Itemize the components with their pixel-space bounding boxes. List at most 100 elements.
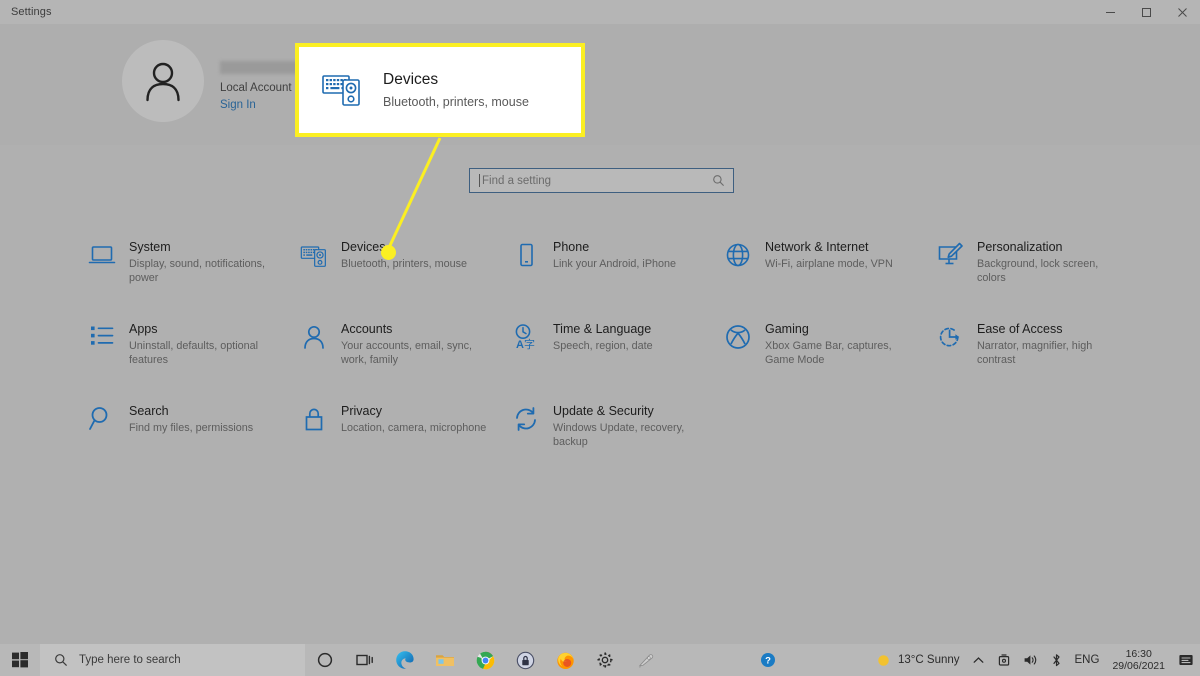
search-icon[interactable] xyxy=(712,174,725,187)
callout-text: Devices Bluetooth, printers, mouse xyxy=(383,70,529,111)
window-title: Settings xyxy=(11,6,52,18)
clock-time: 16:30 xyxy=(1125,648,1152,660)
tile-subtitle: Location, camera, microphone xyxy=(341,422,487,434)
avatar[interactable] xyxy=(122,40,204,122)
sign-in-link[interactable]: Sign In xyxy=(220,97,300,113)
settings-tile-grid: System Display, sound, notifications, po… xyxy=(85,238,1145,484)
tile-text: Network & Internet Wi-Fi, airplane mode,… xyxy=(765,238,893,320)
person-icon xyxy=(297,320,331,354)
start-button[interactable] xyxy=(0,644,40,676)
lock-app-icon[interactable] xyxy=(505,644,545,676)
account-block[interactable]: Local Account Sign In xyxy=(122,40,300,122)
tile-subtitle: Speech, region, date xyxy=(553,340,653,352)
tile-text: Time & Language Speech, region, date xyxy=(553,320,653,402)
devices-callout[interactable]: Devices Bluetooth, printers, mouse xyxy=(295,43,585,137)
svg-text:?: ? xyxy=(765,656,771,667)
refresh-icon xyxy=(509,402,543,436)
tile-text: Apps Uninstall, defaults, optional featu… xyxy=(129,320,279,402)
cortana-icon[interactable] xyxy=(305,644,345,676)
account-type-label: Local Account xyxy=(220,82,292,94)
tile-text: Phone Link your Android, iPhone xyxy=(553,238,676,320)
search-placeholder: Find a setting xyxy=(482,174,552,187)
list-icon xyxy=(85,320,119,354)
language-text: ENG xyxy=(1074,654,1100,666)
svg-text:字: 字 xyxy=(524,337,535,351)
tile-system[interactable]: System Display, sound, notifications, po… xyxy=(85,238,297,320)
tile-text: System Display, sound, notifications, po… xyxy=(129,238,279,320)
tile-title: Search xyxy=(129,404,169,418)
language-indicator[interactable]: ENG xyxy=(1069,644,1106,676)
tile-title: Devices xyxy=(341,240,386,254)
tile-subtitle: Bluetooth, printers, mouse xyxy=(341,258,468,270)
firefox-icon[interactable] xyxy=(545,644,585,676)
tile-text: Devices Bluetooth, printers, mouse xyxy=(341,238,467,320)
close-button[interactable] xyxy=(1164,0,1200,24)
title-bar: Settings xyxy=(0,0,1200,24)
taskbar-search-input[interactable]: Type here to search xyxy=(40,644,305,676)
person-icon xyxy=(146,62,180,102)
clock[interactable]: 16:30 29/06/2021 xyxy=(1105,648,1172,672)
tile-network-internet[interactable]: Network & Internet Wi-Fi, airplane mode,… xyxy=(721,238,933,320)
tile-search[interactable]: Search Find my files, permissions xyxy=(85,402,297,484)
system-tray: ? 13°C Sunny ENG 16:30 29/06/2021 xyxy=(754,644,1200,676)
tile-title: Network & Internet xyxy=(765,240,869,254)
tile-title: Personalization xyxy=(977,240,1063,254)
search-input[interactable]: Find a setting xyxy=(469,168,734,193)
tile-text: Search Find my files, permissions xyxy=(129,402,253,484)
tile-title: Accounts xyxy=(341,322,393,336)
callout-subtitle: Bluetooth, printers, mouse xyxy=(383,94,529,109)
callout-title: Devices xyxy=(383,70,439,88)
notification-icon[interactable] xyxy=(1172,644,1200,676)
clock-arrow-icon xyxy=(933,320,967,354)
taskbar-search-placeholder: Type here to search xyxy=(79,654,181,666)
tile-title: Time & Language xyxy=(553,322,652,336)
maximize-button[interactable] xyxy=(1128,0,1164,24)
tile-subtitle: Find my files, permissions xyxy=(129,422,254,434)
window-controls xyxy=(1092,0,1200,24)
file-explorer-icon[interactable] xyxy=(425,644,465,676)
xbox-icon xyxy=(721,320,755,354)
tile-phone[interactable]: Phone Link your Android, iPhone xyxy=(509,238,721,320)
chrome-icon[interactable] xyxy=(465,644,505,676)
weather-widget[interactable]: 13°C Sunny xyxy=(870,644,966,676)
edge-icon[interactable] xyxy=(385,644,425,676)
text-caret xyxy=(479,174,480,187)
laptop-icon xyxy=(85,238,119,272)
chevron-up-icon[interactable] xyxy=(966,644,991,676)
magnifier-icon xyxy=(85,402,119,436)
tile-subtitle: Link your Android, iPhone xyxy=(553,258,677,270)
minimize-button[interactable] xyxy=(1092,0,1128,24)
tile-time-language[interactable]: A 字 Time & Language Speech, region, date xyxy=(509,320,721,402)
tile-title: Gaming xyxy=(765,322,809,336)
close-icon xyxy=(1177,7,1187,17)
tile-privacy[interactable]: Privacy Location, camera, microphone xyxy=(297,402,509,484)
tile-text: Ease of Access Narrator, magnifier, high… xyxy=(977,320,1127,402)
tile-devices[interactable]: Devices Bluetooth, printers, mouse xyxy=(297,238,509,320)
tile-title: System xyxy=(129,240,171,254)
devices-icon xyxy=(297,238,331,272)
bluetooth-icon[interactable] xyxy=(1044,644,1069,676)
settings-header: Local Account Sign In xyxy=(0,24,1200,145)
devices-icon xyxy=(321,67,363,114)
tile-accounts[interactable]: Accounts Your accounts, email, sync, wor… xyxy=(297,320,509,402)
tile-personalization[interactable]: Personalization Background, lock screen,… xyxy=(933,238,1145,320)
weather-text: 13°C Sunny xyxy=(898,654,960,666)
tile-update-security[interactable]: Update & Security Windows Update, recove… xyxy=(509,402,721,484)
speaker-icon[interactable] xyxy=(1017,644,1044,676)
task-view-icon[interactable] xyxy=(345,644,385,676)
snipping-tool-icon[interactable] xyxy=(625,644,665,676)
sun-icon xyxy=(878,654,889,666)
help-circle-icon[interactable]: ? xyxy=(754,644,782,676)
lock-icon xyxy=(297,402,331,436)
tile-title: Update & Security xyxy=(553,404,654,418)
tile-text: Privacy Location, camera, microphone xyxy=(341,402,486,484)
removable-media-icon[interactable] xyxy=(991,644,1017,676)
tile-text: Gaming Xbox Game Bar, captures, Game Mod… xyxy=(765,320,915,402)
tile-subtitle: Background, lock screen, colors xyxy=(977,258,1099,284)
tile-ease-of-access[interactable]: Ease of Access Narrator, magnifier, high… xyxy=(933,320,1145,402)
gear-icon[interactable] xyxy=(585,644,625,676)
tile-title: Ease of Access xyxy=(977,322,1063,336)
tile-subtitle: Wi-Fi, airplane mode, VPN xyxy=(765,258,893,270)
tile-gaming[interactable]: Gaming Xbox Game Bar, captures, Game Mod… xyxy=(721,320,933,402)
tile-apps[interactable]: Apps Uninstall, defaults, optional featu… xyxy=(85,320,297,402)
